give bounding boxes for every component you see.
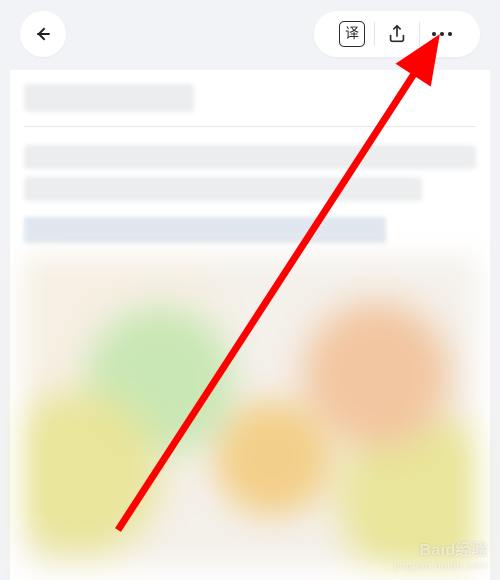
divider xyxy=(24,126,476,127)
placeholder-title xyxy=(24,84,194,112)
watermark-brand-prefix: Bai xyxy=(420,542,446,559)
more-icon xyxy=(432,32,452,36)
share-icon xyxy=(386,23,408,45)
placeholder-block xyxy=(24,217,386,243)
translate-icon: 译 xyxy=(339,21,365,47)
translate-button[interactable]: 译 xyxy=(330,18,374,50)
top-toolbar: 译 xyxy=(0,0,500,68)
watermark-brand-suffix: 经验 xyxy=(455,542,488,559)
back-button[interactable] xyxy=(20,11,66,57)
more-button[interactable] xyxy=(420,18,464,50)
share-button[interactable] xyxy=(375,18,419,50)
watermark-brand-accent: d xyxy=(445,542,455,559)
watermark: Baid经验 jingyan.baidu.com xyxy=(394,536,488,572)
watermark-url: jingyan.baidu.com xyxy=(394,560,488,572)
action-pill: 译 xyxy=(314,11,480,57)
arrow-left-icon xyxy=(33,24,53,44)
placeholder-image xyxy=(24,257,476,567)
placeholder-line xyxy=(24,145,476,169)
placeholder-line xyxy=(24,177,422,201)
page-content xyxy=(10,70,490,580)
